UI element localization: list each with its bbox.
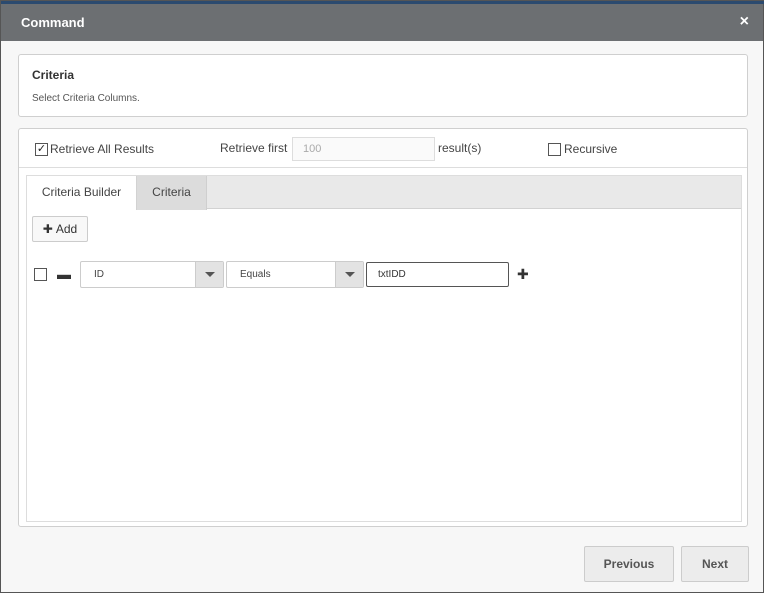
- tab-criteria[interactable]: Criteria: [137, 176, 207, 210]
- retrieval-options-row: ✓ Retrieve All Results Retrieve first 10…: [19, 129, 747, 168]
- row-select-checkbox[interactable]: [34, 268, 47, 281]
- recursive-label: Recursive: [564, 142, 618, 156]
- criteria-value-input[interactable]: txtIDD: [366, 262, 509, 287]
- criteria-options-panel: ✓ Retrieve All Results Retrieve first 10…: [18, 128, 748, 527]
- dialog-title: Command: [21, 15, 85, 30]
- previous-button[interactable]: Previous: [584, 546, 674, 582]
- tab-criteria-builder[interactable]: Criteria Builder: [27, 176, 137, 210]
- criteria-tabs: Criteria Builder Criteria ✚ Add ▬ ID Equa…: [26, 175, 742, 522]
- minus-icon[interactable]: ▬: [57, 267, 71, 281]
- add-button[interactable]: ✚ Add: [32, 216, 88, 242]
- plus-icon[interactable]: ✚: [517, 267, 529, 281]
- criteria-subtitle: Select Criteria Columns.: [32, 93, 140, 104]
- retrieve-all-label: Retrieve All Results: [50, 142, 155, 156]
- field-select-value: ID: [94, 269, 104, 280]
- retrieve-first-input[interactable]: 100: [292, 137, 435, 161]
- dialog-titlebar: Command ×: [1, 4, 763, 41]
- plus-icon: ✚: [42, 222, 53, 236]
- criteria-panel: Criteria Select Criteria Columns.: [18, 54, 748, 117]
- add-label: Add: [55, 222, 78, 236]
- close-icon[interactable]: ×: [740, 13, 749, 31]
- tab-bar: Criteria Builder Criteria: [27, 176, 741, 210]
- command-dialog: Command × Criteria Select Criteria Colum…: [0, 0, 764, 593]
- next-button[interactable]: Next: [681, 546, 749, 582]
- chevron-down-icon[interactable]: [195, 262, 223, 287]
- recursive-checkbox[interactable]: [548, 143, 561, 156]
- results-label: result(s): [438, 141, 482, 155]
- retrieve-all-checkbox[interactable]: ✓: [35, 143, 48, 156]
- chevron-down-icon[interactable]: [335, 262, 363, 287]
- retrieve-first-label: Retrieve first: [220, 141, 288, 155]
- criteria-heading: Criteria: [32, 68, 75, 82]
- operator-select-value: Equals: [240, 269, 271, 280]
- operator-select[interactable]: Equals: [226, 261, 364, 288]
- field-select[interactable]: ID: [80, 261, 224, 288]
